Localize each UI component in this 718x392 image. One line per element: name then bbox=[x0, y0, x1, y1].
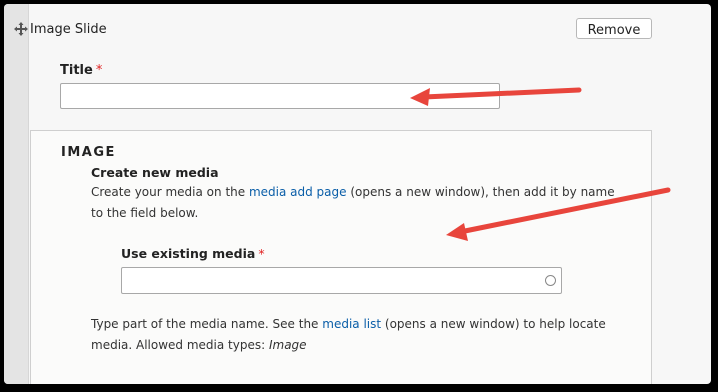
arrow-to-image-panel bbox=[446, 187, 671, 241]
arrow-to-title-input bbox=[410, 87, 582, 106]
annotation-arrows bbox=[410, 87, 671, 241]
paragraph-item-frame: Image Slide Remove Title * IMAGE Create n… bbox=[4, 4, 711, 384]
